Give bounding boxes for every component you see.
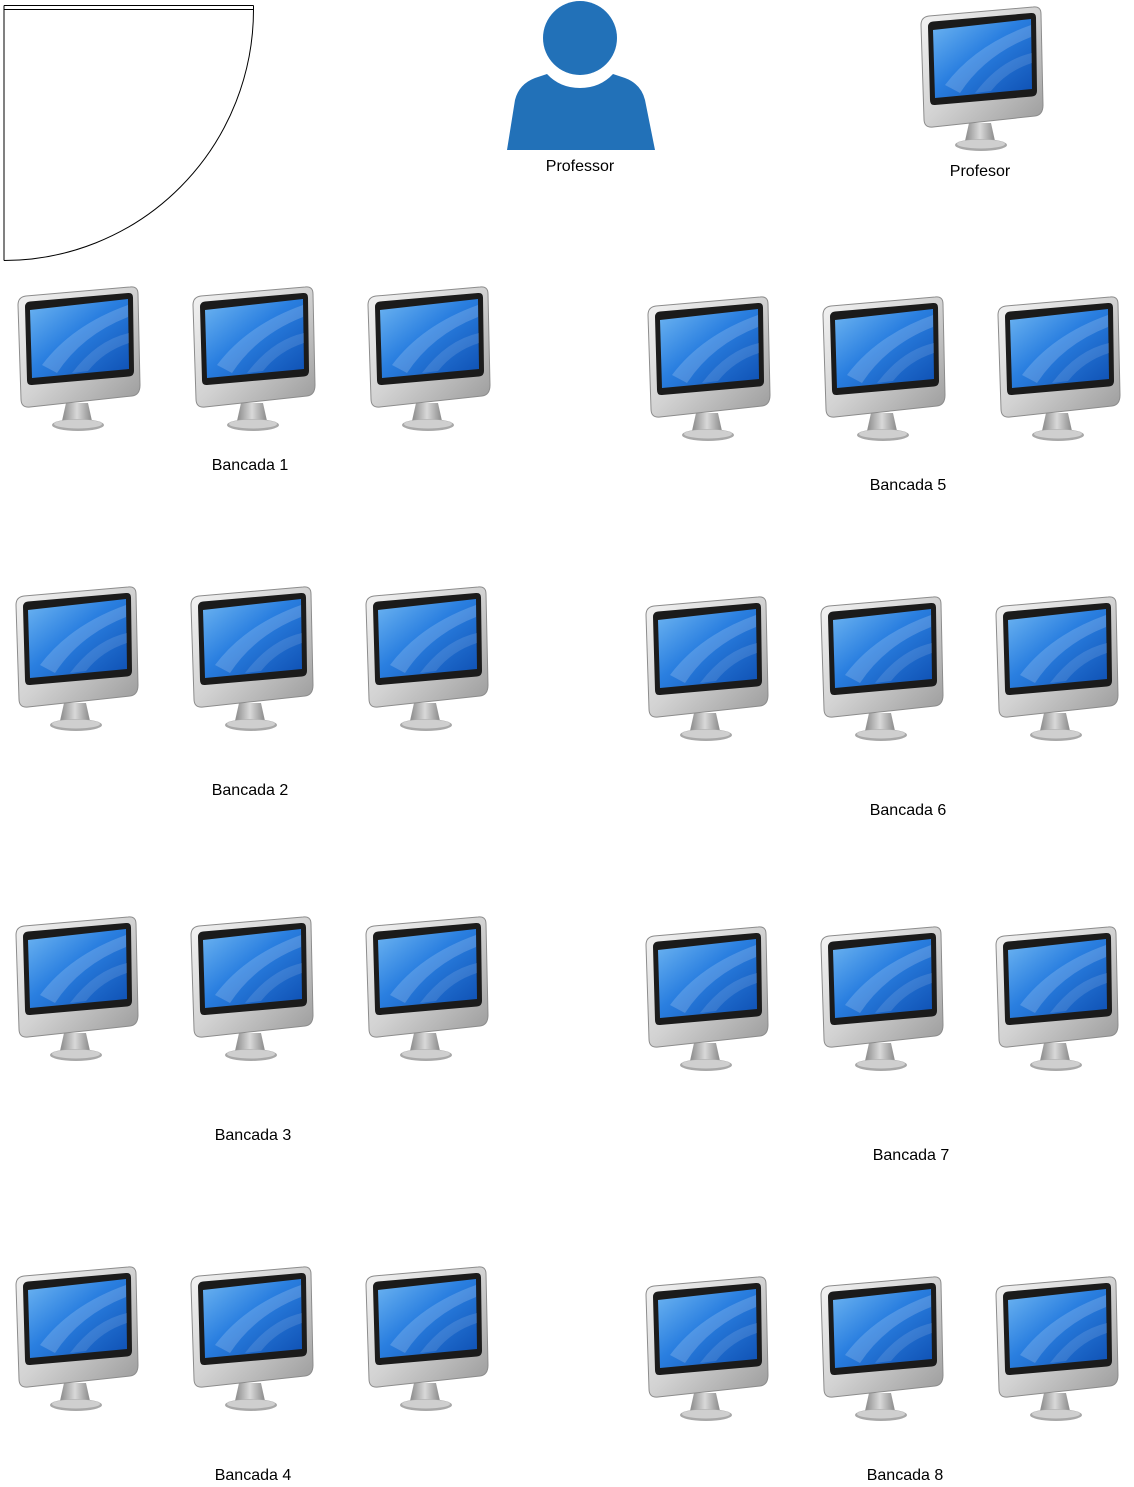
teacher-computer[interactable] [915, 5, 1045, 155]
imac-icon [647, 296, 771, 442]
bench-6-computer-3[interactable] [990, 595, 1120, 745]
imac-icon [367, 286, 491, 432]
teacher-computer-label: Profesor [949, 163, 1011, 180]
imac-icon [995, 926, 1119, 1072]
bench-2-computer-3[interactable] [360, 585, 490, 735]
bench-4-computer-2[interactable] [185, 1265, 315, 1415]
imac-icon [365, 586, 489, 732]
bench-1-computer-2[interactable] [187, 285, 317, 435]
imac-icon [192, 286, 316, 432]
imac-icon [995, 1276, 1119, 1422]
bench-8-computer-2[interactable] [815, 1275, 945, 1425]
professor-label: Professor [545, 158, 615, 175]
imac-icon [365, 1266, 489, 1412]
imac-icon [17, 286, 141, 432]
bench-4-computer-3[interactable] [360, 1265, 490, 1415]
imac-icon [15, 586, 139, 732]
imac-icon [190, 1266, 314, 1412]
imac-icon [820, 926, 944, 1072]
imac-icon [15, 1266, 139, 1412]
imac-icon [190, 916, 314, 1062]
imac-icon [190, 586, 314, 732]
imac-icon [820, 596, 944, 742]
imac-icon [365, 916, 489, 1062]
bench-label: Bancada 2 [211, 782, 289, 799]
bench-label: Bancada 8 [866, 1467, 944, 1484]
imac-icon [995, 596, 1119, 742]
bench-label: Bancada 6 [869, 802, 947, 819]
bench-7-computer-3[interactable] [990, 925, 1120, 1075]
bench-8-computer-1[interactable] [640, 1275, 770, 1425]
bench-5-computer-1[interactable] [642, 295, 772, 445]
bench-label: Bancada 5 [869, 477, 947, 494]
bench-7-computer-2[interactable] [815, 925, 945, 1075]
bench-3-computer-2[interactable] [185, 915, 315, 1065]
bench-6-computer-2[interactable] [815, 595, 945, 745]
imac-icon [645, 596, 769, 742]
imac-icon [645, 1276, 769, 1422]
bench-7-computer-1[interactable] [640, 925, 770, 1075]
bench-label: Bancada 3 [214, 1127, 292, 1144]
bench-3-computer-3[interactable] [360, 915, 490, 1065]
bench-6-computer-1[interactable] [640, 595, 770, 745]
bench-5-computer-2[interactable] [817, 295, 947, 445]
bench-2-computer-1[interactable] [10, 585, 140, 735]
bench-label: Bancada 4 [214, 1467, 292, 1484]
imac-icon [645, 926, 769, 1072]
bench-label: Bancada 7 [872, 1147, 950, 1164]
bench-1-computer-3[interactable] [362, 285, 492, 435]
bench-4-computer-1[interactable] [10, 1265, 140, 1415]
door-swing-icon [3, 5, 254, 261]
imac-icon [920, 6, 1044, 152]
imac-icon [820, 1276, 944, 1422]
bench-1-computer-1[interactable] [12, 285, 142, 435]
imac-icon [997, 296, 1121, 442]
imac-icon [822, 296, 946, 442]
bench-3-computer-1[interactable] [10, 915, 140, 1065]
bench-5-computer-3[interactable] [992, 295, 1122, 445]
user-icon [507, 1, 655, 150]
bench-label: Bancada 1 [211, 457, 289, 474]
bench-2-computer-2[interactable] [185, 585, 315, 735]
bench-8-computer-3[interactable] [990, 1275, 1120, 1425]
imac-icon [15, 916, 139, 1062]
